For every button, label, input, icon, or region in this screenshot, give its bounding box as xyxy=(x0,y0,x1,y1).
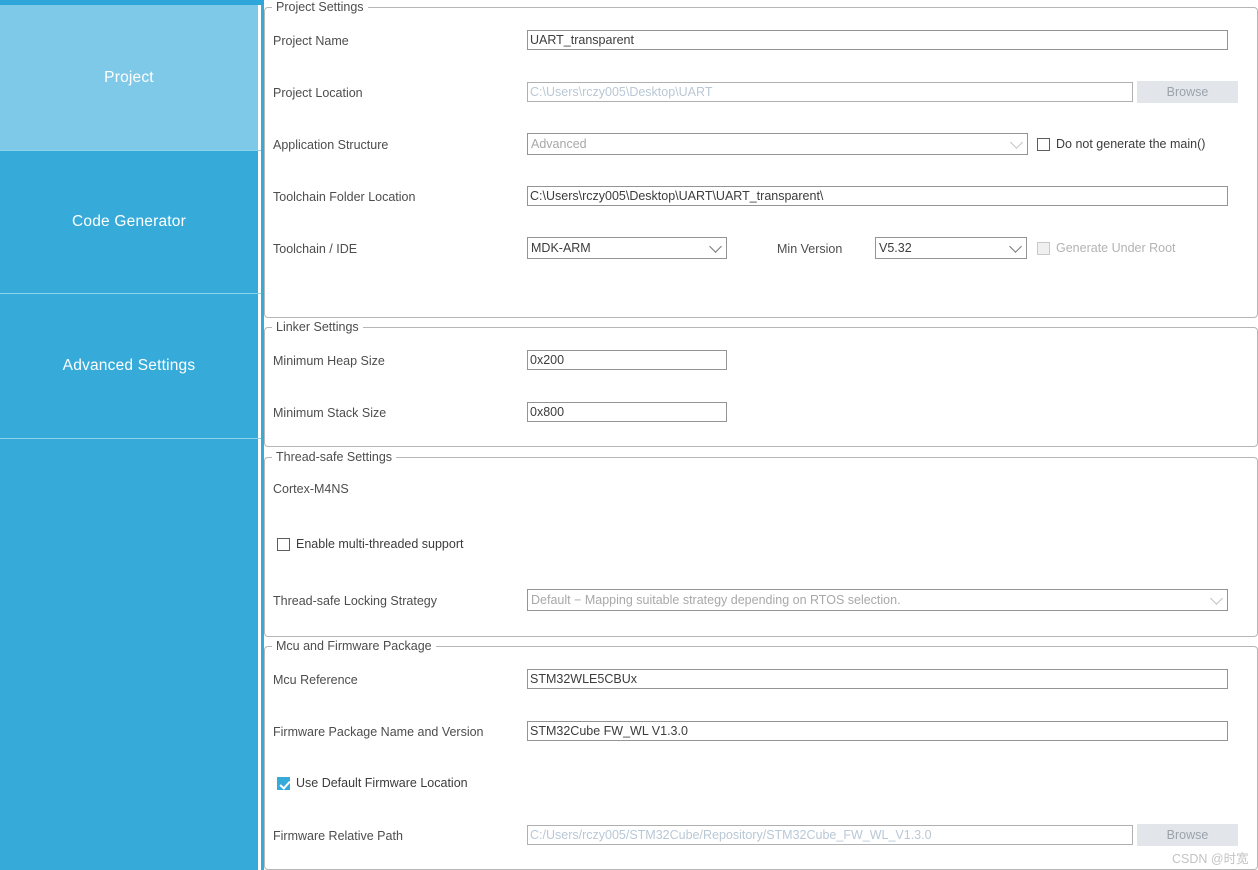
locking-strategy-value: Default − Mapping suitable strategy depe… xyxy=(531,593,901,607)
sidebar-item-label: Code Generator xyxy=(72,213,186,230)
core-name-text: Cortex-M4NS xyxy=(273,482,349,496)
application-structure-value: Advanced xyxy=(531,137,587,151)
chevron-down-icon xyxy=(1210,592,1223,605)
checkbox-box xyxy=(277,776,290,790)
project-name-input[interactable]: UART_transparent xyxy=(527,30,1228,50)
checkbox-box xyxy=(1037,137,1050,151)
linker-settings-group: Linker Settings xyxy=(264,320,1258,447)
minimum-heap-size-input[interactable]: 0x200 xyxy=(527,350,727,370)
firmware-package-input[interactable]: STM32Cube FW_WL V1.3.0 xyxy=(527,721,1228,741)
csdn-watermark: CSDN @时宽 xyxy=(1172,852,1249,866)
mcu-firmware-legend: Mcu and Firmware Package xyxy=(272,639,436,653)
project-location-label: Project Location xyxy=(273,86,363,100)
toolchain-folder-location-input[interactable]: C:\Users\rczy005\Desktop\UART\UART_trans… xyxy=(527,186,1228,206)
min-version-value: V5.32 xyxy=(879,241,912,255)
enable-multithreaded-support-checkbox[interactable]: Enable multi-threaded support xyxy=(277,537,463,551)
project-settings-group: Project Settings xyxy=(264,0,1258,318)
enable-multithreaded-support-label: Enable multi-threaded support xyxy=(296,537,464,551)
settings-content: Project Settings Project Name UART_trans… xyxy=(264,0,1258,870)
chevron-down-icon xyxy=(709,240,722,253)
minimum-stack-size-label: Minimum Stack Size xyxy=(273,406,387,420)
locking-strategy-label: Thread-safe Locking Strategy xyxy=(273,594,437,608)
sidebar-item-label: Advanced Settings xyxy=(62,357,196,374)
do-not-generate-main-label: Do not generate the main() xyxy=(1056,137,1206,151)
project-settings-legend: Project Settings xyxy=(272,0,368,14)
project-location-input[interactable]: C:\Users\rczy005\Desktop\UART xyxy=(527,82,1133,102)
sidebar-item-code-generator[interactable]: Code Generator xyxy=(0,151,261,293)
firmware-package-label: Firmware Package Name and Version xyxy=(273,725,484,739)
locking-strategy-select[interactable]: Default − Mapping suitable strategy depe… xyxy=(527,589,1228,611)
mcu-reference-label: Mcu Reference xyxy=(273,673,358,687)
application-structure-select[interactable]: Advanced xyxy=(527,133,1028,155)
firmware-relative-path-label: Firmware Relative Path xyxy=(273,829,403,843)
project-settings-window: Project Code Generator Advanced Settings… xyxy=(0,0,1258,870)
minimum-heap-size-label: Minimum Heap Size xyxy=(273,354,385,368)
sidebar-item-advanced-settings[interactable]: Advanced Settings xyxy=(0,294,261,438)
mcu-reference-input[interactable]: STM32WLE5CBUx xyxy=(527,669,1228,689)
linker-settings-legend: Linker Settings xyxy=(272,320,363,334)
do-not-generate-main-checkbox[interactable]: Do not generate the main() xyxy=(1037,137,1205,151)
chevron-down-icon xyxy=(1009,240,1022,253)
sidebar-item-label: Project xyxy=(104,68,154,86)
min-version-label: Min Version xyxy=(777,242,843,256)
project-name-label: Project Name xyxy=(273,34,349,48)
toolchain-ide-label: Toolchain / IDE xyxy=(273,242,358,256)
use-default-firmware-location-checkbox[interactable]: Use Default Firmware Location xyxy=(277,776,468,790)
toolchain-folder-location-label: Toolchain Folder Location xyxy=(273,190,416,204)
firmware-relative-path-browse-button[interactable]: Browse xyxy=(1137,824,1238,846)
generate-under-root-checkbox[interactable]: Generate Under Root xyxy=(1037,241,1176,255)
application-structure-label: Application Structure xyxy=(273,138,389,152)
chevron-down-icon xyxy=(1010,136,1023,149)
generate-under-root-label: Generate Under Root xyxy=(1056,241,1176,255)
toolchain-ide-select[interactable]: MDK-ARM xyxy=(527,237,727,259)
use-default-firmware-location-label: Use Default Firmware Location xyxy=(296,776,468,790)
min-version-select[interactable]: V5.32 xyxy=(875,237,1027,259)
checkbox-box xyxy=(277,537,290,551)
project-location-browse-button[interactable]: Browse xyxy=(1137,81,1238,103)
firmware-relative-path-input[interactable]: C:/Users/rczy005/STM32Cube/Repository/ST… xyxy=(527,825,1133,845)
minimum-stack-size-input[interactable]: 0x800 xyxy=(527,402,727,422)
thread-safe-settings-legend: Thread-safe Settings xyxy=(272,450,397,464)
sidebar: Project Code Generator Advanced Settings xyxy=(0,5,264,870)
sidebar-item-empty[interactable] xyxy=(0,439,261,870)
checkbox-box xyxy=(1037,241,1050,255)
sidebar-item-project[interactable]: Project xyxy=(0,5,261,150)
toolchain-ide-value: MDK-ARM xyxy=(531,241,591,255)
